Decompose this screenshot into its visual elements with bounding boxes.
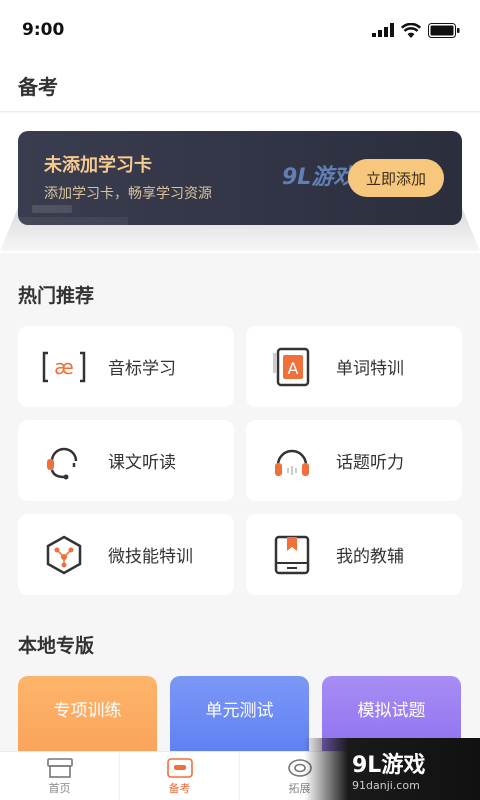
headset-mic-icon xyxy=(42,439,86,483)
banner-watermark: 9L游戏 xyxy=(282,165,356,190)
hot-item-label: 单词特训 xyxy=(336,359,404,379)
hot-item-label: 课文听读 xyxy=(108,453,176,473)
local-section-title: 本地专版 xyxy=(18,635,95,657)
book-icon xyxy=(270,533,314,577)
banner-section: 未添加学习卡 添加学习卡，畅享学习资源 9L游戏 立即添加 xyxy=(0,113,480,253)
page-title: 备考 xyxy=(18,75,58,99)
battery-icon xyxy=(428,22,460,38)
home-icon xyxy=(46,757,73,778)
exam-prep-icon xyxy=(166,757,193,778)
hot-section-title: 热门推荐 xyxy=(18,285,95,307)
signal-icon xyxy=(372,23,394,37)
hot-item-text-listening[interactable]: 课文听读 xyxy=(18,420,234,501)
banner-subtitle: 添加学习卡，畅享学习资源 xyxy=(44,186,212,202)
hot-item-my-materials[interactable]: 我的教辅 xyxy=(246,514,462,595)
watermark-url: 91danji.com xyxy=(352,778,420,792)
tab-exam-prep[interactable]: 备考 xyxy=(120,752,240,800)
banner-title: 未添加学习卡 xyxy=(44,155,152,176)
wifi-icon xyxy=(401,22,421,38)
page-header: 备考 xyxy=(0,60,480,112)
hot-item-label: 微技能特训 xyxy=(108,547,193,567)
status-icons xyxy=(372,22,460,38)
status-bar: 9:00 xyxy=(0,0,480,60)
status-time: 9:00 xyxy=(22,20,65,40)
banner-decoration xyxy=(18,217,128,225)
hot-item-words[interactable]: A 单词特训 xyxy=(246,326,462,407)
phonetic-icon: æ xyxy=(42,345,86,389)
hot-item-label: 话题听力 xyxy=(336,453,404,473)
hot-item-phonetics[interactable]: æ 音标学习 xyxy=(18,326,234,407)
hot-item-topic-listening[interactable]: 话题听力 xyxy=(246,420,462,501)
tab-label: 备考 xyxy=(168,781,191,795)
hot-item-micro-skills[interactable]: 微技能特训 xyxy=(18,514,234,595)
word-book-icon: A xyxy=(270,345,314,389)
study-card-banner[interactable]: 未添加学习卡 添加学习卡，畅享学习资源 9L游戏 立即添加 xyxy=(18,131,462,225)
tab-label: 首页 xyxy=(48,781,71,795)
svg-text:æ: æ xyxy=(54,355,74,379)
site-watermark: 9L游戏 91danji.com xyxy=(304,738,480,800)
tab-home[interactable]: 首页 xyxy=(0,752,120,800)
headphones-icon xyxy=(270,439,314,483)
local-item-unit-test[interactable]: 单元测试 xyxy=(170,676,309,756)
svg-text:A: A xyxy=(288,359,299,378)
hot-grid: æ 音标学习 A 单词特训 课文听读 话题听力 微技能特训 我的教辅 xyxy=(18,326,462,595)
add-now-button[interactable]: 立即添加 xyxy=(348,159,444,197)
banner-decoration xyxy=(32,205,72,213)
local-item-special-training[interactable]: 专项训练 xyxy=(18,676,157,756)
hot-item-label: 我的教辅 xyxy=(336,547,404,567)
watermark-logo: 9L游戏 xyxy=(352,752,426,778)
hot-item-label: 音标学习 xyxy=(108,359,176,379)
hexagon-skill-icon xyxy=(42,533,86,577)
